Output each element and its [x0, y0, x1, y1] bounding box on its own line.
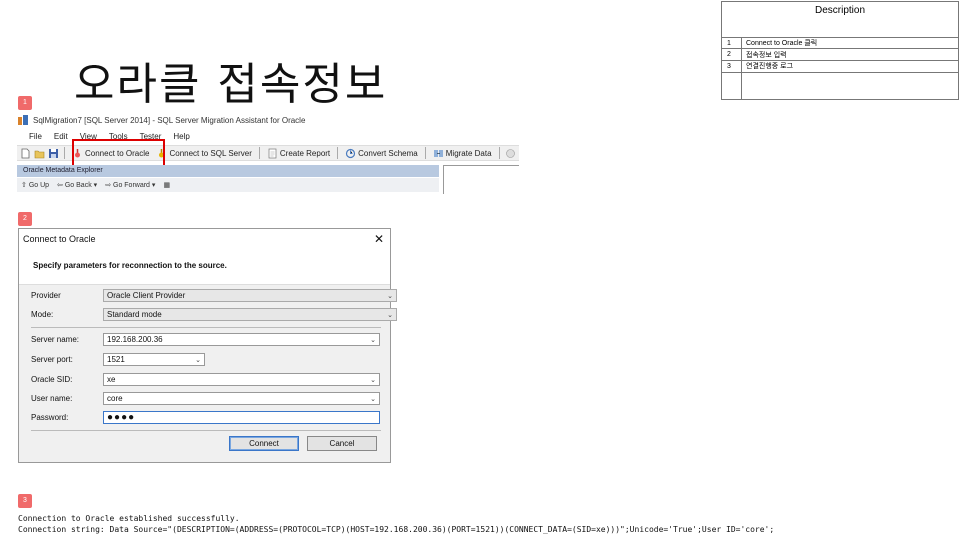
- server-port-label: Server port:: [31, 355, 73, 364]
- go-back-button[interactable]: ⇦ Go Back ▾: [57, 181, 97, 189]
- mode-label: Mode:: [31, 310, 54, 319]
- log-line: Connection to Oracle established success…: [18, 514, 240, 523]
- step-badge-2: 2: [18, 212, 32, 226]
- provider-row: Provider Oracle Client Provider ⌄: [31, 289, 397, 302]
- connect-to-sql-server-button[interactable]: Connect to SQL Server: [154, 146, 253, 160]
- connect-to-sql-server-label: Connect to SQL Server: [169, 148, 252, 158]
- menu-file[interactable]: File: [29, 132, 42, 141]
- server-port-row: Server port: 1521 ⌄: [31, 353, 205, 366]
- chevron-down-icon: ⌄: [387, 311, 393, 319]
- ssma-window: SqlMigration7 [SQL Server 2014] - SQL Se…: [17, 112, 519, 194]
- go-up-button[interactable]: ⇧ Go Up: [21, 181, 49, 189]
- explorer-nav-bar: ⇧ Go Up ⇦ Go Back ▾ ⇨ Go Forward ▾ ▦: [17, 178, 439, 192]
- description-row-number: 2: [721, 48, 742, 61]
- menu-edit[interactable]: Edit: [54, 132, 68, 141]
- password-row: Password: ●●●●: [31, 411, 380, 424]
- chevron-down-icon: ⌄: [370, 395, 376, 403]
- chevron-down-icon: ⌄: [195, 356, 201, 364]
- user-name-label: User name:: [31, 394, 73, 403]
- server-port-value: 1521: [107, 355, 125, 364]
- dialog-titlebar: Connect to Oracle ✕: [19, 229, 390, 249]
- provider-value: Oracle Client Provider: [107, 291, 186, 300]
- report-icon: [268, 148, 277, 158]
- oracle-sid-row: Oracle SID: xe ⌄: [31, 373, 380, 386]
- step-badge-3: 3: [18, 494, 32, 508]
- password-field[interactable]: ●●●●: [103, 411, 380, 424]
- migrate-data-label: Migrate Data: [445, 148, 492, 158]
- server-name-field[interactable]: 192.168.200.36 ⌄: [103, 333, 380, 346]
- dialog-separator: [31, 430, 381, 431]
- server-name-value: 192.168.200.36: [107, 335, 163, 344]
- description-header: Description: [721, 1, 959, 38]
- user-name-value: core: [107, 394, 123, 403]
- toolbar-separator: [498, 147, 500, 159]
- dialog-title: Connect to Oracle: [23, 234, 96, 244]
- provider-label: Provider: [31, 291, 61, 300]
- description-row-text: 연결진행중 로그: [741, 59, 959, 73]
- toolbar-separator: [258, 147, 260, 159]
- log-line: Connection string: Data Source="(DESCRIP…: [18, 525, 775, 534]
- go-forward-button[interactable]: ⇨ Go Forward ▾: [105, 181, 155, 189]
- go-up-label: Go Up: [28, 182, 50, 189]
- connect-button[interactable]: Connect: [229, 436, 299, 451]
- convert-schema-icon: [346, 148, 356, 158]
- close-icon[interactable]: ✕: [374, 233, 384, 245]
- new-file-icon[interactable]: [20, 148, 31, 159]
- provider-select[interactable]: Oracle Client Provider ⌄: [103, 289, 397, 302]
- mode-select[interactable]: Standard mode ⌄: [103, 308, 397, 321]
- dialog-separator: [31, 327, 381, 328]
- description-row-number: 3: [721, 59, 742, 73]
- go-forward-label: Go Forward: [113, 182, 150, 189]
- connect-to-oracle-dialog: Connect to Oracle ✕ Specify parameters f…: [18, 228, 397, 463]
- migrate-data-button[interactable]: Migrate Data: [431, 146, 494, 160]
- open-folder-icon[interactable]: [34, 148, 45, 159]
- user-name-row: User name: core ⌄: [31, 392, 380, 405]
- menu-help[interactable]: Help: [173, 132, 189, 141]
- chevron-down-icon: ⌄: [370, 376, 376, 384]
- dialog-heading: Specify parameters for reconnection to t…: [19, 249, 390, 285]
- slide-title: 오라클 접속정보: [74, 59, 388, 110]
- server-name-label: Server name:: [31, 335, 80, 344]
- convert-schema-label: Convert Schema: [358, 148, 418, 158]
- save-icon[interactable]: [48, 148, 59, 159]
- password-label: Password:: [31, 413, 69, 422]
- oracle-sid-label: Oracle SID:: [31, 375, 73, 384]
- grid-view-icon[interactable]: ▦: [163, 181, 170, 189]
- mode-value: Standard mode: [107, 310, 162, 319]
- description-row: 3 연결진행중 로그: [721, 59, 959, 73]
- password-value: ●●●●: [107, 412, 136, 423]
- convert-schema-button[interactable]: Convert Schema: [343, 146, 420, 160]
- oracle-metadata-explorer-header: Oracle Metadata Explorer: [17, 165, 439, 177]
- migrate-data-icon: [433, 149, 443, 157]
- create-report-button[interactable]: Create Report: [265, 146, 332, 160]
- oracle-sid-value: xe: [107, 375, 116, 384]
- app-title: SqlMigration7 [SQL Server 2014] - SQL Se…: [33, 115, 306, 125]
- cancel-button[interactable]: Cancel: [307, 436, 377, 451]
- go-back-label: Go Back: [64, 182, 92, 189]
- server-name-row: Server name: 192.168.200.36 ⌄: [31, 333, 380, 346]
- user-name-field[interactable]: core ⌄: [103, 392, 380, 405]
- chevron-down-icon: ⌄: [387, 292, 393, 300]
- server-port-field[interactable]: 1521 ⌄: [103, 353, 205, 366]
- mode-row: Mode: Standard mode ⌄: [31, 308, 397, 321]
- description-table: Description 1 Connect to Oracle 클릭 2 접속정…: [721, 1, 959, 101]
- oracle-sid-field[interactable]: xe ⌄: [103, 373, 380, 386]
- description-row-text: Connect to Oracle 클릭: [741, 36, 959, 50]
- description-row-empty: [721, 71, 959, 101]
- toolbar-separator: [424, 147, 426, 159]
- connection-log: Connection to Oracle established success…: [18, 513, 948, 535]
- ssma-logo-icon: [18, 115, 28, 125]
- chevron-down-icon: ⌄: [370, 336, 376, 344]
- step-badge-1: 1: [18, 96, 32, 110]
- toolbar-separator: [64, 147, 65, 159]
- description-row: 1 Connect to Oracle 클릭: [721, 36, 959, 50]
- toolbar-separator: [337, 147, 339, 159]
- description-row-number: 1: [721, 36, 742, 50]
- content-pane: [443, 165, 519, 194]
- stop-icon[interactable]: [505, 148, 516, 159]
- description-row-text: 접속정보 입력: [741, 48, 959, 61]
- app-titlebar: SqlMigration7 [SQL Server 2014] - SQL Se…: [17, 112, 519, 128]
- create-report-label: Create Report: [279, 148, 331, 158]
- description-row: 2 접속정보 입력: [721, 48, 959, 61]
